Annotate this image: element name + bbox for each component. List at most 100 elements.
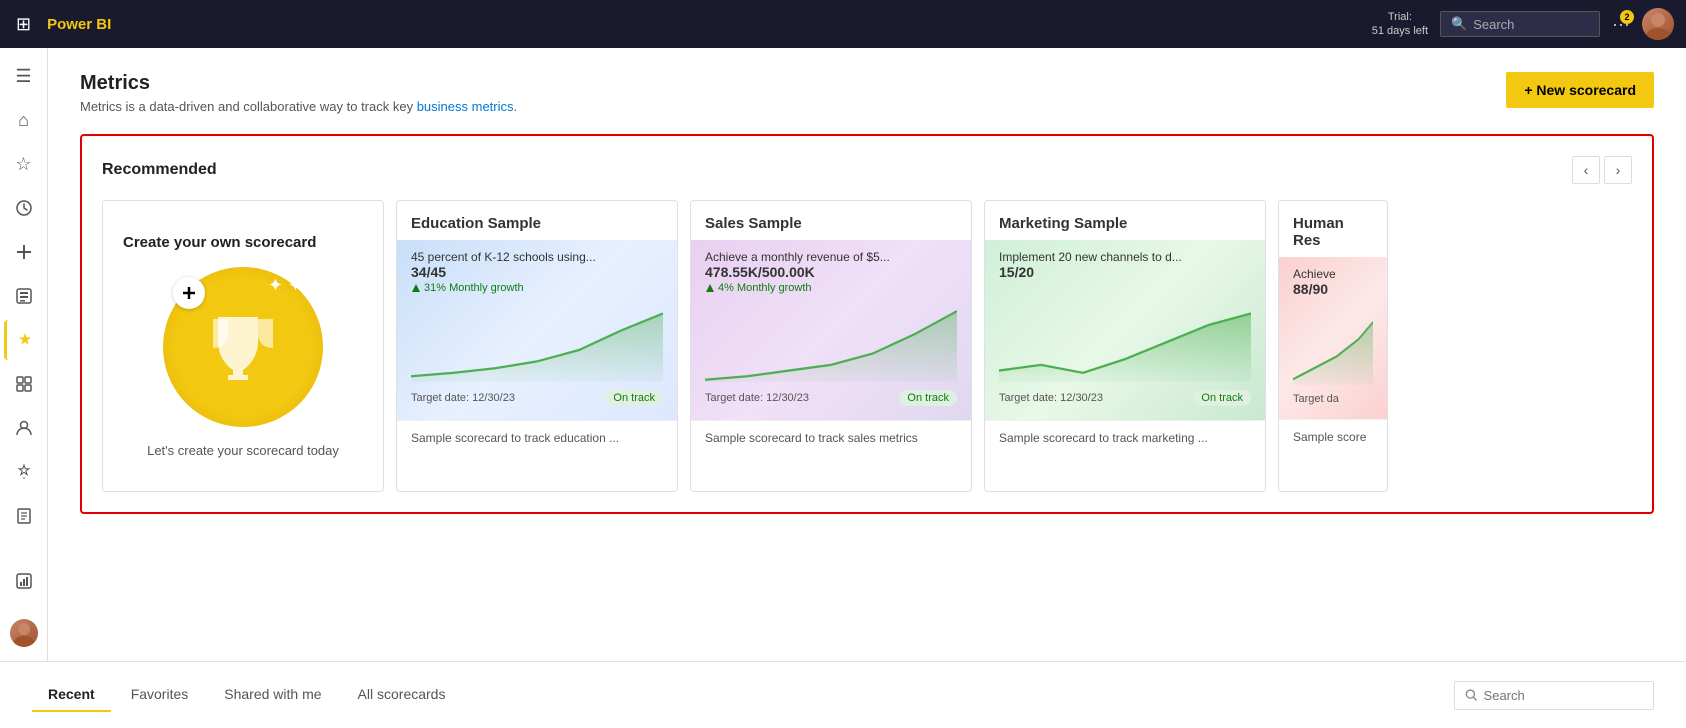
- sidebar-item-create[interactable]: [4, 232, 44, 272]
- app-logo: Power BI: [47, 16, 111, 33]
- metric-value: 15/20: [999, 264, 1251, 280]
- search-icon: [1465, 688, 1478, 702]
- sample-card-description: Sample scorecard to track sales metrics: [691, 420, 971, 459]
- card-visual: Achieve 88/90: [1279, 257, 1387, 419]
- card-footer: Target date: 12/30/23 On track: [411, 386, 663, 410]
- metric-growth: 31% Monthly growth: [411, 282, 663, 294]
- card-visual: Achieve a monthly revenue of $5... 478.5…: [691, 240, 971, 420]
- chart-area: [411, 294, 663, 386]
- new-scorecard-button[interactable]: + New scorecard: [1506, 72, 1654, 108]
- user-avatar[interactable]: [1642, 8, 1674, 40]
- sidebar-item-favorites[interactable]: ☆: [4, 144, 44, 184]
- metric-value: 34/45: [411, 264, 663, 280]
- plus-badge: [173, 277, 205, 309]
- education-sample-card[interactable]: Education Sample 45 percent of K-12 scho…: [396, 200, 678, 492]
- tab-recent[interactable]: Recent: [32, 678, 111, 712]
- top-navigation: ⊞ Power BI Trial: 51 days left 🔍 Search …: [0, 0, 1686, 48]
- target-date: Target date: 12/30/23: [411, 392, 515, 404]
- cards-row: Create your own scorecard ✦ ✦: [102, 200, 1632, 492]
- tabs-list: Recent Favorites Shared with me All scor…: [32, 678, 465, 712]
- on-track-badge: On track: [899, 390, 957, 406]
- page-title: Metrics: [80, 72, 517, 95]
- main-layout: ☰ ⌂ ☆: [0, 48, 1686, 661]
- card-visual: Implement 20 new channels to d... 15/20: [985, 240, 1265, 420]
- bottom-section: Recent Favorites Shared with me All scor…: [0, 661, 1686, 728]
- target-date: Target date: 12/30/23: [999, 392, 1103, 404]
- page-header: Metrics Metrics is a data-driven and col…: [80, 72, 1654, 114]
- notification-badge: 2: [1620, 10, 1634, 24]
- metric-text: Achieve a monthly revenue of $5...: [705, 250, 957, 264]
- recommended-section: Recommended ‹ › Create your own scorecar…: [80, 134, 1654, 514]
- sparkles-icon: ✦ ✦: [268, 275, 303, 296]
- sidebar-item-menu[interactable]: ☰: [4, 56, 44, 96]
- carousel-prev-button[interactable]: ‹: [1572, 156, 1600, 184]
- chart-area: [999, 280, 1251, 386]
- on-track-badge: On track: [605, 390, 663, 406]
- sample-card-header: Sales Sample: [691, 201, 971, 240]
- sidebar: ☰ ⌂ ☆: [0, 48, 48, 661]
- trial-info: Trial: 51 days left: [1372, 10, 1428, 39]
- sidebar-item-datasets[interactable]: [4, 276, 44, 316]
- sample-card-name: Marketing Sample: [999, 215, 1251, 232]
- page-header-text: Metrics Metrics is a data-driven and col…: [80, 72, 517, 114]
- carousel-next-button[interactable]: ›: [1604, 156, 1632, 184]
- sample-card-name: Sales Sample: [705, 215, 957, 232]
- metric-text: Implement 20 new channels to d...: [999, 250, 1251, 264]
- sample-card-description: Sample score: [1279, 419, 1387, 458]
- tab-all[interactable]: All scorecards: [342, 678, 462, 712]
- recommended-title: Recommended: [102, 161, 217, 179]
- subtitle-link[interactable]: business metrics: [417, 99, 514, 114]
- sidebar-user-avatar[interactable]: [4, 613, 44, 653]
- search-icon: 🔍: [1451, 16, 1467, 32]
- sample-card-name: Education Sample: [411, 215, 663, 232]
- recommended-header: Recommended ‹ ›: [102, 156, 1632, 184]
- metric-value: 478.55K/500.00K: [705, 264, 957, 280]
- grid-icon[interactable]: ⊞: [12, 10, 35, 39]
- card-footer: Target date: 12/30/23 On track: [705, 386, 957, 410]
- sample-card-description: Sample scorecard to track marketing ...: [985, 420, 1265, 459]
- target-date: Target date: 12/30/23: [705, 392, 809, 404]
- marketing-sample-card[interactable]: Marketing Sample Implement 20 new channe…: [984, 200, 1266, 492]
- sample-card-description: Sample scorecard to track education ...: [397, 420, 677, 459]
- tabs-row: Recent Favorites Shared with me All scor…: [32, 678, 1654, 712]
- sidebar-item-learn[interactable]: [4, 496, 44, 536]
- metric-growth: 4% Monthly growth: [705, 282, 957, 294]
- tab-shared[interactable]: Shared with me: [208, 678, 337, 712]
- create-scorecard-card[interactable]: Create your own scorecard ✦ ✦: [102, 200, 384, 492]
- target-date: Target da: [1293, 393, 1339, 405]
- on-track-badge: On track: [1193, 390, 1251, 406]
- chart-area: [1293, 297, 1373, 389]
- bottom-search-box[interactable]: [1454, 681, 1654, 710]
- sidebar-item-workspaces[interactable]: [4, 364, 44, 404]
- bottom-search-input[interactable]: [1484, 688, 1643, 703]
- page-subtitle: Metrics is a data-driven and collaborati…: [80, 99, 517, 114]
- sample-card-header: Marketing Sample: [985, 201, 1265, 240]
- card-footer: Target date: 12/30/23 On track: [999, 386, 1251, 410]
- sidebar-item-reports[interactable]: [4, 561, 44, 601]
- content-area: Metrics Metrics is a data-driven and col…: [48, 48, 1686, 661]
- create-card-content: Create your own scorecard ✦ ✦: [103, 201, 383, 491]
- sidebar-item-home[interactable]: ⌂: [4, 100, 44, 140]
- metric-value: 88/90: [1293, 281, 1373, 297]
- sidebar-item-people[interactable]: [4, 408, 44, 448]
- tab-favorites[interactable]: Favorites: [115, 678, 205, 712]
- metric-text: Achieve: [1293, 267, 1373, 281]
- metric-text: 45 percent of K-12 schools using...: [411, 250, 663, 264]
- sidebar-item-recent[interactable]: [4, 188, 44, 228]
- sample-card-header: Human Res: [1279, 201, 1387, 257]
- chart-area: [705, 294, 957, 386]
- sample-card-name: Human Res: [1293, 215, 1373, 249]
- create-card-description: Let's create your scorecard today: [147, 443, 339, 458]
- trophy-icon: [203, 307, 283, 387]
- carousel-navigation: ‹ ›: [1572, 156, 1632, 184]
- create-card-title: Create your own scorecard: [123, 234, 316, 251]
- sidebar-item-apps[interactable]: [4, 452, 44, 492]
- more-options-button[interactable]: ··· 2: [1612, 14, 1630, 35]
- sales-sample-card[interactable]: Sales Sample Achieve a monthly revenue o…: [690, 200, 972, 492]
- top-search-box[interactable]: 🔍 Search: [1440, 11, 1600, 37]
- hr-sample-card-partial[interactable]: Human Res Achieve 88/90: [1278, 200, 1388, 492]
- trophy-circle: ✦ ✦: [163, 267, 323, 427]
- card-footer: Target da: [1293, 389, 1373, 409]
- card-visual: 45 percent of K-12 schools using... 34/4…: [397, 240, 677, 420]
- sidebar-item-scorecards[interactable]: [4, 320, 44, 360]
